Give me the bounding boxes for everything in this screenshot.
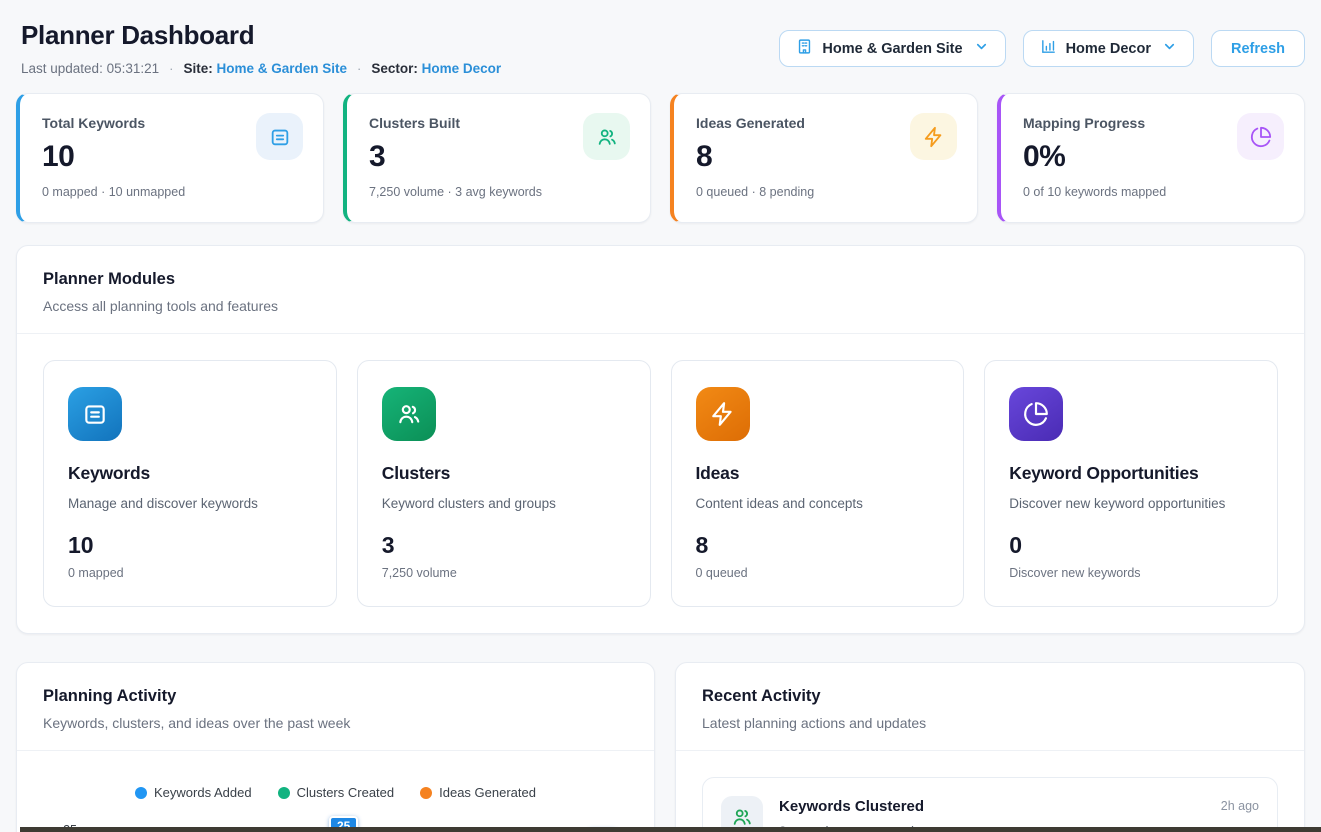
- lightning-icon: [910, 113, 957, 160]
- module-card-ideas[interactable]: Ideas Content ideas and concepts 8 0 que…: [671, 360, 965, 607]
- recent-activity-subtitle: Latest planning actions and updates: [702, 715, 1278, 731]
- modules-subtitle: Access all planning tools and features: [43, 298, 1278, 314]
- module-value: 3: [382, 532, 626, 559]
- page-meta: Last updated: 05:31:21 · Site: Home & Ga…: [21, 61, 501, 76]
- document-lines-icon: [68, 387, 122, 441]
- legend-dot-blue: [135, 787, 147, 799]
- module-card-clusters[interactable]: Clusters Keyword clusters and groups 3 7…: [357, 360, 651, 607]
- legend-label: Clusters Created: [297, 785, 395, 800]
- stat-card-ideas-generated: Ideas Generated 8 0 queued · 8 pending: [670, 93, 978, 223]
- stat-card-mapping-progress: Mapping Progress 0% 0 of 10 keywords map…: [997, 93, 1305, 223]
- pie-chart-icon: [1009, 387, 1063, 441]
- module-card-keywords[interactable]: Keywords Manage and discover keywords 10…: [43, 360, 337, 607]
- legend-dot-green: [278, 787, 290, 799]
- stat-cards-row: Total Keywords 10 0 mapped · 10 unmapped…: [16, 93, 1305, 223]
- planning-activity-panel: Planning Activity Keywords, clusters, an…: [16, 662, 655, 832]
- legend-item-clusters-created: Clusters Created: [278, 785, 395, 800]
- sector-link[interactable]: Home Decor: [422, 61, 502, 76]
- topbar: Planner Dashboard Last updated: 05:31:21…: [21, 16, 1305, 76]
- activity-item-title: Keywords Clustered: [779, 798, 924, 815]
- module-value: 0: [1009, 532, 1253, 559]
- pie-chart-icon: [1237, 113, 1284, 160]
- stat-subtext: 0 mapped · 10 unmapped: [42, 185, 301, 199]
- bottom-edge-bar: [20, 827, 1321, 832]
- module-title: Ideas: [696, 463, 940, 484]
- module-subtext: 7,250 volume: [382, 566, 626, 580]
- stat-subtext: 0 queued · 8 pending: [696, 185, 955, 199]
- legend-label: Ideas Generated: [439, 785, 536, 800]
- building-icon: [796, 38, 813, 59]
- site-selector-label: Home & Garden Site: [822, 41, 962, 57]
- page-title: Planner Dashboard: [21, 20, 501, 51]
- modules-panel-header: Planner Modules Access all planning tool…: [17, 246, 1304, 334]
- sector-meta: Sector: Home Decor: [371, 61, 501, 76]
- module-description: Keyword clusters and groups: [382, 496, 626, 511]
- recent-activity-header: Recent Activity Latest planning actions …: [676, 663, 1304, 751]
- chevron-down-icon: [1162, 39, 1177, 58]
- legend-dot-orange: [420, 787, 432, 799]
- legend-item-ideas-generated: Ideas Generated: [420, 785, 536, 800]
- bottom-row: Planning Activity Keywords, clusters, an…: [16, 662, 1305, 832]
- activity-item-keywords-clustered: Keywords Clustered 3 new clusters create…: [702, 777, 1278, 832]
- refresh-button[interactable]: Refresh: [1211, 30, 1305, 67]
- document-lines-icon: [256, 113, 303, 160]
- module-card-keyword-opportunities[interactable]: Keyword Opportunities Discover new keywo…: [984, 360, 1278, 607]
- module-title: Keywords: [68, 463, 312, 484]
- last-updated-text: Last updated: 05:31:21: [21, 61, 159, 76]
- users-icon: [583, 113, 630, 160]
- legend-label: Keywords Added: [154, 785, 252, 800]
- sector-selector-button[interactable]: Home Decor: [1023, 30, 1194, 67]
- module-value: 10: [68, 532, 312, 559]
- modules-grid: Keywords Manage and discover keywords 10…: [17, 334, 1304, 633]
- planner-dashboard-page: Planner Dashboard Last updated: 05:31:21…: [0, 0, 1321, 832]
- module-subtext: 0 mapped: [68, 566, 312, 580]
- stat-subtext: 7,250 volume · 3 avg keywords: [369, 185, 628, 199]
- activity-list: Keywords Clustered 3 new clusters create…: [676, 751, 1304, 832]
- recent-activity-panel: Recent Activity Latest planning actions …: [675, 662, 1305, 832]
- planner-modules-panel: Planner Modules Access all planning tool…: [16, 245, 1305, 634]
- module-description: Discover new keyword opportunities: [1009, 496, 1253, 511]
- module-description: Content ideas and concepts: [696, 496, 940, 511]
- meta-separator: ·: [357, 61, 361, 76]
- module-value: 8: [696, 532, 940, 559]
- module-description: Manage and discover keywords: [68, 496, 312, 511]
- sector-label: Sector:: [371, 61, 418, 76]
- refresh-label: Refresh: [1231, 41, 1285, 57]
- site-meta: Site: Home & Garden Site: [183, 61, 347, 76]
- module-title: Clusters: [382, 463, 626, 484]
- meta-separator: ·: [169, 61, 173, 76]
- module-subtext: Discover new keywords: [1009, 566, 1253, 580]
- site-link[interactable]: Home & Garden Site: [217, 61, 348, 76]
- lightning-icon: [696, 387, 750, 441]
- site-selector-button[interactable]: Home & Garden Site: [779, 30, 1005, 67]
- toolbar: Home & Garden Site Home Decor Refresh: [779, 30, 1305, 67]
- module-subtext: 0 queued: [696, 566, 940, 580]
- bar-chart-icon: [1040, 38, 1057, 59]
- sector-selector-label: Home Decor: [1066, 41, 1151, 57]
- planning-activity-title: Planning Activity: [43, 687, 628, 706]
- module-title: Keyword Opportunities: [1009, 463, 1253, 484]
- users-icon: [382, 387, 436, 441]
- chart-legend: Keywords Added Clusters Created Ideas Ge…: [17, 785, 654, 800]
- planning-activity-subtitle: Keywords, clusters, and ideas over the p…: [43, 715, 628, 731]
- recent-activity-title: Recent Activity: [702, 687, 1278, 706]
- stat-subtext: 0 of 10 keywords mapped: [1023, 185, 1282, 199]
- stat-card-total-keywords: Total Keywords 10 0 mapped · 10 unmapped: [16, 93, 324, 223]
- modules-title: Planner Modules: [43, 270, 1278, 289]
- stat-card-clusters-built: Clusters Built 3 7,250 volume · 3 avg ke…: [343, 93, 651, 223]
- planning-activity-header: Planning Activity Keywords, clusters, an…: [17, 663, 654, 751]
- topbar-left: Planner Dashboard Last updated: 05:31:21…: [21, 16, 501, 76]
- legend-item-keywords-added: Keywords Added: [135, 785, 252, 800]
- activity-item-timestamp: 2h ago: [1221, 799, 1259, 813]
- chevron-down-icon: [974, 39, 989, 58]
- site-label: Site:: [183, 61, 212, 76]
